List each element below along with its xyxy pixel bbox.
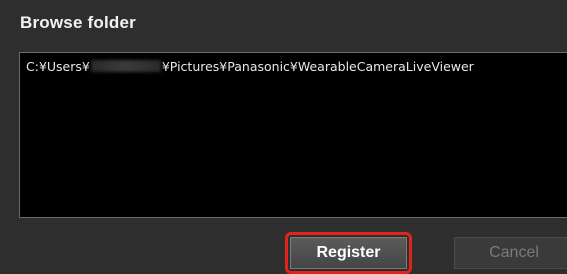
cancel-button[interactable]: Cancel	[454, 237, 567, 269]
browse-folder-dialog: Browse folder C:¥Users¥ ¥Pictures¥Panason…	[0, 0, 567, 274]
path-prefix: C:¥Users¥	[26, 59, 90, 74]
path-suffix: ¥Pictures¥Panasonic¥WearableCameraLiveVi…	[161, 59, 474, 74]
register-button[interactable]: Register	[290, 237, 407, 269]
redacted-username	[90, 60, 161, 72]
folder-path-text: C:¥Users¥ ¥Pictures¥Panasonic¥WearableCam…	[26, 59, 474, 74]
folder-path-field[interactable]: C:¥Users¥ ¥Pictures¥Panasonic¥WearableCam…	[19, 52, 567, 218]
dialog-title: Browse folder	[20, 13, 136, 32]
